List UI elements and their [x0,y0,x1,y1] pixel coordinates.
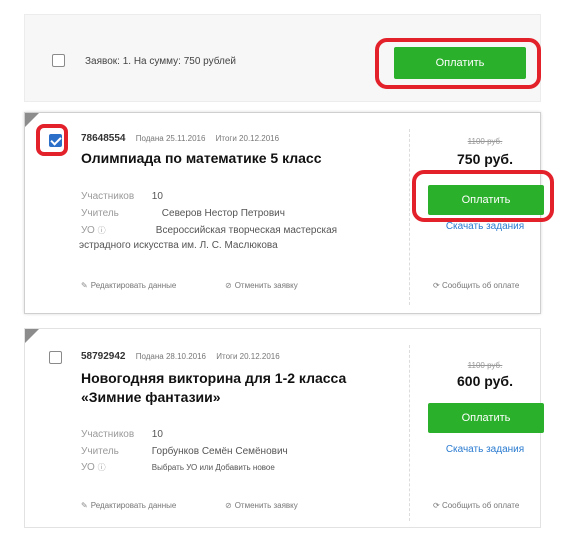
edit-data-link[interactable]: ✎ Редактировать данные [81,281,176,290]
edit-data-link[interactable]: ✎ Редактировать данные [81,501,176,510]
participants-value: 10 [151,191,163,202]
refresh-icon: ⟳ [433,501,442,510]
participants-row: Участников 10 [81,191,163,202]
notify-payment-link[interactable]: ⟳ Сообщить об оплате [433,501,519,510]
order-title: Олимпиада по математике 5 класс [81,150,322,166]
org-label: УО [81,225,95,236]
org-value-line2: эстрадного искусства им. Л. С. Маслюкова [79,240,278,251]
order-checkbox[interactable] [49,351,62,364]
participants-row: Участников 10 [81,429,163,440]
teacher-label: Учитель [81,208,119,219]
download-tasks-link[interactable]: Скачать задания [425,221,545,232]
teacher-label: Учитель [81,446,119,457]
orders-summary-bar: Заявок: 1. На сумму: 750 рублей Оплатить [24,14,541,102]
price: 750 руб. [457,151,513,167]
order-title-line2: «Зимние фантазии» [81,389,221,405]
order-meta: 78648554 Подана 25.11.2016 Итоги 20.12.2… [81,133,279,144]
order-submitted-date: Подана 25.11.2016 [135,134,206,143]
teacher-value: Горбунков Семён Семёнович [151,446,288,457]
card-divider [409,129,410,305]
participants-value: 10 [151,429,163,440]
teacher-value: Северов Нестор Петрович [161,208,285,219]
order-submitted-date: Подана 28.10.2016 [135,352,207,361]
order-number: 78648554 [81,133,126,144]
order-checkbox[interactable] [49,134,62,147]
card-corner-marker [25,329,39,343]
org-row: УО ⓘ Всероссийская творческая мастерская [81,225,337,236]
card-corner-marker [25,113,39,127]
participants-label: Участников [81,191,135,202]
card-divider [409,345,410,521]
teacher-row: Учитель Северов Нестор Петрович [81,208,285,219]
order-results-date: Итоги 20.12.2016 [215,134,280,143]
cancel-order-link[interactable]: ⊘ Отменить заявку [225,501,298,510]
cancel-order-link[interactable]: ⊘ Отменить заявку [225,281,298,290]
notify-payment-link[interactable]: ⟳ Сообщить об оплате [433,281,519,290]
choose-org-link[interactable]: Выбрать УО или Добавить новое [152,463,275,472]
org-label: УО [81,462,95,473]
pay-all-button[interactable]: Оплатить [394,47,526,79]
order-number: 58792942 [81,351,126,362]
old-price: 1100 руб. [467,137,503,146]
order-results-date: Итоги 20.12.2016 [216,352,280,361]
cancel-circle-icon: ⊘ [225,501,232,510]
teacher-row: Учитель Горбунков Семён Семёнович [81,446,288,457]
orders-summary-text: Заявок: 1. На сумму: 750 рублей [85,56,236,67]
org-row: УО ⓘ Выбрать УО или Добавить новое [81,462,275,473]
old-price: 1100 руб. [467,361,503,370]
pay-order-button[interactable]: Оплатить [428,185,544,215]
order-title-line1: Новогодняя викторина для 1-2 класса [81,370,347,386]
pencil-icon: ✎ [81,281,88,290]
select-all-checkbox[interactable] [52,54,65,67]
cancel-circle-icon: ⊘ [225,281,232,290]
participants-label: Участников [81,429,135,440]
price: 600 руб. [457,373,513,389]
order-meta: 58792942 Подана 28.10.2016 Итоги 20.12.2… [81,351,280,362]
order-card: 78648554 Подана 25.11.2016 Итоги 20.12.2… [24,112,544,314]
pay-order-button[interactable]: Оплатить [428,403,544,433]
pencil-icon: ✎ [81,501,88,510]
refresh-icon: ⟳ [433,281,442,290]
order-card: 58792942 Подана 28.10.2016 Итоги 20.12.2… [24,328,544,528]
org-value-line1: Всероссийская творческая мастерская [155,225,338,236]
download-tasks-link[interactable]: Скачать задания [425,444,545,455]
info-icon: ⓘ [97,226,106,235]
info-icon: ⓘ [97,463,106,472]
